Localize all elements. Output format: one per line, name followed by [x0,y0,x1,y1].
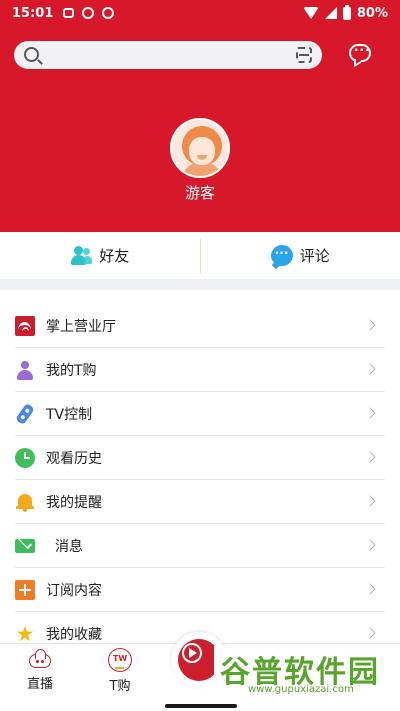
status-time: 15:01 [12,5,54,21]
chevron-right-icon [364,539,376,551]
chevron-right-icon [364,407,376,419]
menu-item-reminders[interactable]: 我的提醒 [0,480,400,524]
watermark: 谷普软件园 www.gupuxiazai.com [214,646,400,696]
user-icon [15,360,35,380]
clock-icon [15,448,35,468]
comments-label: 评论 [299,247,330,265]
chevron-right-icon [364,583,376,595]
star-icon: ★ [15,622,35,646]
wifi-icon [302,7,319,19]
menu-item-label: 我的T购 [46,363,97,379]
remote-icon [11,400,39,428]
watermark-url: www.gupuxiazai.com [248,684,354,695]
battery-percent: 80% [356,5,388,21]
avatar[interactable] [170,118,230,178]
username[interactable]: 游客 [0,182,400,203]
home-indicator[interactable] [165,704,237,708]
mail-icon [15,539,35,553]
chevron-right-icon [364,495,376,507]
comment-icon [270,245,293,266]
menu-item-label: 我的提醒 [46,495,102,511]
chevron-right-icon [364,319,376,331]
sync-icon [102,7,115,19]
profile-header: 游客 [0,26,400,232]
tab-label: T购 [109,679,131,694]
menu-item-label: 观看历史 [46,451,102,467]
friends-button[interactable]: 好友 [0,232,200,279]
comments-button[interactable]: 评论 [201,232,400,279]
menu-item-messages[interactable]: 消息 [0,524,400,568]
section-gap [0,279,400,290]
menu-item-label: 掌上营业厅 [46,319,116,335]
menu-item-tv-control[interactable]: TV控制 [0,392,400,436]
messages-button[interactable] [347,42,373,66]
status-bar: 15:01 80% [0,0,400,26]
notification-icon [63,8,75,18]
social-bar: 好友 评论 [0,232,400,279]
chevron-right-icon [364,627,376,639]
live-icon [28,648,52,670]
menu-item-subscriptions[interactable]: 订阅内容 [0,568,400,612]
chevron-right-icon [364,363,376,375]
bell-icon [15,492,35,512]
chevron-right-icon [364,451,376,463]
menu-list: 掌上营业厅 我的T购 TV控制 观看历史 我的提醒 消息 订阅内容 ★ 我的收藏 [0,304,400,656]
scan-icon[interactable] [296,47,312,63]
tbuy-icon [108,648,132,672]
search-input[interactable] [14,41,322,69]
menu-item-label: TV控制 [46,407,93,423]
tab-label: 直播 [26,677,53,692]
menu-item-label: 我的收藏 [46,627,102,643]
signal-icon [324,7,337,19]
menu-item-watch-history[interactable]: 观看历史 [0,436,400,480]
search-icon [24,47,39,62]
tab-live[interactable]: 直播 [10,648,70,692]
chat-bubble-icon [349,43,371,62]
menu-item-service-hall[interactable]: 掌上营业厅 [0,304,400,348]
menu-item-label: 订阅内容 [46,583,102,599]
subscribe-icon [15,580,35,600]
play-triangle-icon [189,648,197,658]
menu-item-my-tbuy[interactable]: 我的T购 [0,348,400,392]
friends-label: 好友 [99,247,130,265]
friends-icon [70,245,93,266]
tab-tbuy[interactable]: T购 [90,648,150,694]
avatar-face [189,137,215,165]
hall-icon [15,316,35,336]
menu-item-label: 消息 [55,539,83,555]
sync-icon [82,7,95,19]
battery-icon [342,4,351,20]
